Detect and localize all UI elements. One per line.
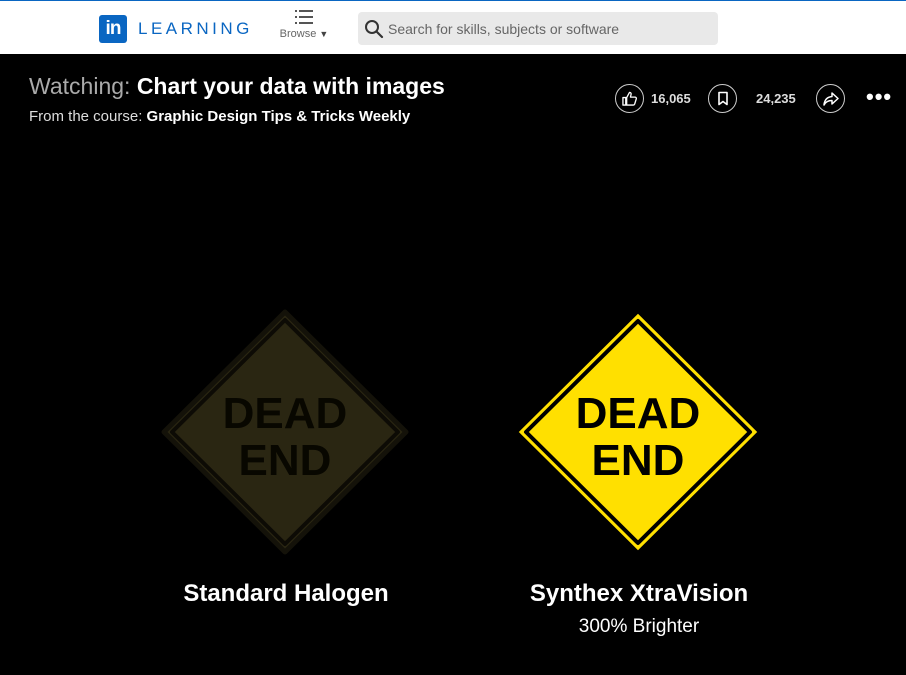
search-input[interactable]: [388, 12, 708, 45]
course-line: From the course: Graphic Design Tips & T…: [29, 108, 410, 125]
save-button[interactable]: [708, 84, 737, 113]
dead-end-sign-bright: DEAD END: [514, 309, 762, 555]
video-title-text: Chart your data with images: [136, 73, 445, 99]
course-link[interactable]: Graphic Design Tips & Tricks Weekly: [147, 108, 411, 125]
browse-label: Browse: [279, 28, 317, 40]
left-sign-line1: DEAD: [223, 389, 348, 438]
course-prefix: From the course:: [29, 108, 143, 125]
caret-down-icon: ▼: [319, 29, 329, 39]
more-options-button[interactable]: •••: [866, 84, 892, 110]
save-count: 24,235: [756, 91, 796, 106]
list-icon: [295, 10, 313, 24]
right-sign-line2: END: [592, 436, 685, 485]
search-box[interactable]: [358, 12, 718, 45]
top-nav-bar: in LEARNING Browse ▼: [0, 1, 906, 54]
like-count: 16,065: [651, 91, 691, 106]
video-title: Watching: Chart your data with images: [29, 73, 445, 100]
right-sign-caption: Synthex XtraVision: [529, 580, 749, 607]
linkedin-logo[interactable]: in: [99, 15, 127, 43]
search-icon: [365, 20, 384, 39]
left-sign-caption: Standard Halogen: [183, 580, 389, 607]
dead-end-sign-dim: DEAD END: [161, 309, 409, 555]
learning-wordmark[interactable]: LEARNING: [138, 19, 253, 39]
share-button[interactable]: [816, 84, 845, 113]
watching-prefix: Watching:: [29, 73, 131, 99]
bookmark-icon: [717, 91, 728, 106]
thumbs-up-icon: [622, 91, 637, 106]
share-icon: [822, 91, 839, 106]
right-sign-subcaption: 300% Brighter: [578, 616, 700, 637]
browse-menu-button[interactable]: Browse ▼: [278, 9, 330, 49]
right-sign-line1: DEAD: [576, 389, 701, 438]
left-sign-line2: END: [239, 436, 332, 485]
like-button[interactable]: [615, 84, 644, 113]
